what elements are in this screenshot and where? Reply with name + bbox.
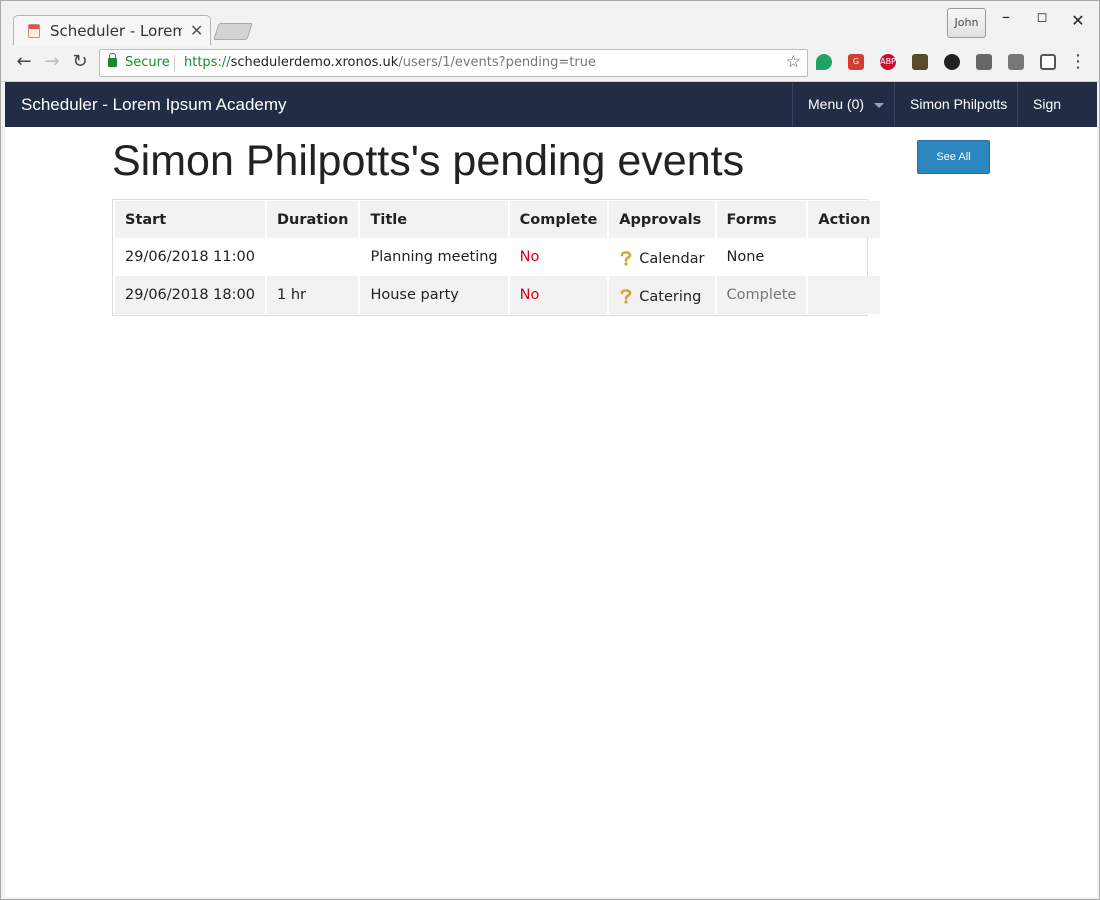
extension-mail-icon[interactable]: [1008, 54, 1024, 70]
menu-dropdown[interactable]: Menu (0): [792, 82, 899, 127]
approval-label[interactable]: Calendar: [639, 251, 704, 267]
sign-out-link[interactable]: Sign out: [1017, 82, 1097, 157]
web-page: Scheduler - Lorem Ipsum Academy Menu (0)…: [5, 82, 1097, 897]
adblock-plus-icon[interactable]: ABP: [880, 54, 896, 70]
cell-action: [808, 276, 881, 314]
url-path: /users/1/events?pending=true: [398, 55, 596, 70]
table-row[interactable]: 29/06/2018 18:00 1 hr House party No Cat…: [115, 276, 881, 314]
site-navbar: Scheduler - Lorem Ipsum Academy Menu (0)…: [5, 82, 1097, 157]
menu-label: Menu (0): [808, 96, 865, 112]
close-window-icon[interactable]: ✕: [1068, 11, 1088, 30]
lock-icon: [108, 53, 117, 67]
bookmark-star-icon[interactable]: ☆: [786, 52, 801, 72]
extension-house-icon[interactable]: [912, 54, 928, 70]
profile-button[interactable]: John: [947, 8, 986, 38]
browser-tab[interactable]: Scheduler - Lorem Ipsum Academy ✕: [13, 15, 211, 45]
cell-forms: None: [726, 249, 765, 265]
chrome-menu-icon[interactable]: ⋮: [1067, 51, 1089, 72]
extension-paw-icon[interactable]: [944, 54, 960, 70]
tab-strip: Scheduler - Lorem Ipsum Academy ✕ John –…: [1, 1, 1099, 45]
column-header-title: Title: [360, 201, 508, 238]
extension-screenshot-icon[interactable]: [1040, 54, 1056, 70]
tab-title: Scheduler - Lorem Ipsum Academy: [50, 22, 182, 40]
column-header-action: Action: [808, 201, 881, 238]
calendar-favicon-icon: [28, 24, 40, 38]
events-table: Start Duration Title Complete Approvals …: [112, 199, 881, 316]
cell-title: House party: [360, 276, 508, 314]
omnibox-divider: [174, 55, 175, 72]
cell-duration: [267, 238, 358, 276]
chevron-down-icon: [874, 102, 885, 108]
forward-arrow-icon[interactable]: →: [41, 51, 63, 72]
user-profile-link[interactable]: Simon Philpotts: [894, 82, 1022, 127]
cell-action: [808, 238, 880, 276]
cell-start: 29/06/2018 18:00: [115, 276, 265, 314]
table-header-row: Start Duration Title Complete Approvals …: [115, 201, 881, 238]
url-host: schedulerdemo.xronos.uk: [230, 55, 399, 70]
browser-window: Scheduler - Lorem Ipsum Academy ✕ John –…: [0, 0, 1100, 900]
back-arrow-icon[interactable]: ←: [13, 51, 35, 72]
see-all-button[interactable]: See All: [917, 140, 990, 174]
column-header-forms: Forms: [716, 201, 807, 238]
maximize-icon[interactable]: ◻: [1032, 10, 1052, 25]
column-header-start: Start: [115, 201, 265, 238]
question-mark-icon: [620, 251, 632, 266]
cell-duration: 1 hr: [266, 276, 359, 314]
extension-bulb-icon[interactable]: [976, 54, 992, 70]
url-scheme: https://: [184, 55, 231, 70]
cell-complete: No: [509, 276, 608, 314]
evernote-extension-icon[interactable]: [816, 54, 832, 70]
cell-approvals: Catering: [609, 276, 715, 314]
new-tab-button[interactable]: [213, 23, 253, 40]
cell-approvals: Calendar: [609, 238, 714, 276]
page-title: Simon Philpotts's pending events: [112, 137, 745, 185]
reload-icon[interactable]: ↻: [69, 51, 91, 72]
minimize-icon[interactable]: –: [996, 7, 1016, 26]
address-bar[interactable]: Secure https://schedulerdemo.xronos.uk/u…: [99, 49, 808, 77]
cell-forms[interactable]: Complete: [716, 276, 807, 314]
column-header-complete: Complete: [509, 201, 608, 238]
approval-label[interactable]: Catering: [639, 289, 701, 305]
secure-label: Secure: [125, 55, 170, 70]
question-mark-icon: [620, 289, 632, 304]
column-header-approvals: Approvals: [609, 201, 715, 238]
table-row[interactable]: 29/06/2018 11:00 Planning meeting No Cal…: [115, 238, 880, 276]
cell-complete: No: [519, 249, 540, 265]
column-header-duration: Duration: [266, 201, 359, 238]
browser-toolbar: ← → ↻ Secure https://schedulerdemo.xrono…: [1, 45, 1099, 82]
cell-title: Planning meeting: [370, 249, 498, 265]
site-brand[interactable]: Scheduler - Lorem Ipsum Academy: [21, 95, 287, 115]
extension-icon[interactable]: G: [848, 54, 864, 70]
close-tab-icon[interactable]: ✕: [190, 21, 203, 40]
cell-start: 29/06/2018 11:00: [125, 249, 255, 265]
url-text[interactable]: https://schedulerdemo.xronos.uk/users/1/…: [184, 55, 596, 70]
